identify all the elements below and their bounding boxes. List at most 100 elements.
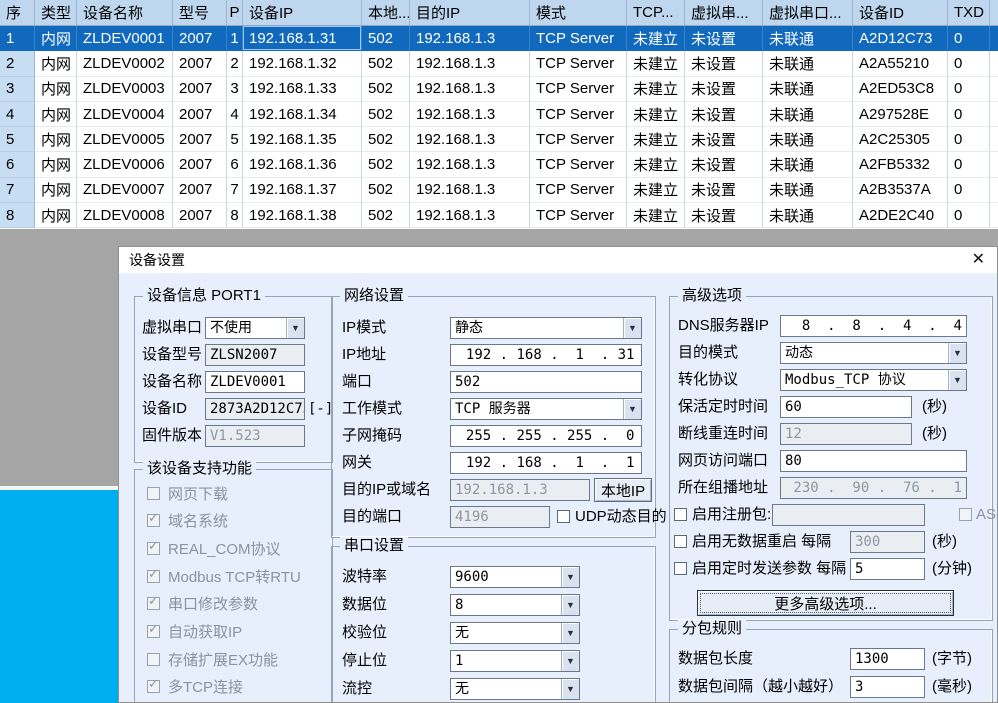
table-cell[interactable]: 未建立 (627, 77, 685, 102)
table-cell[interactable] (990, 178, 998, 203)
packet-interval-input[interactable]: 3 (850, 676, 925, 698)
table-cell[interactable]: 未设置 (685, 102, 763, 127)
table-cell[interactable]: 8 (227, 203, 243, 228)
table-cell[interactable]: 未联通 (763, 102, 853, 127)
checkbox-enable-reg-packet[interactable] (674, 508, 687, 521)
table-cell[interactable]: 内网 (35, 77, 77, 102)
enable-timed-params-input[interactable]: 5 (850, 558, 925, 580)
dialog-titlebar[interactable]: 设备设置 ✕ (119, 247, 997, 273)
table-cell[interactable] (990, 51, 998, 76)
table-cell[interactable]: 192.168.1.3 (410, 203, 530, 228)
table-cell[interactable]: 192.168.1.31 (243, 26, 362, 51)
table-cell[interactable]: 2007 (173, 178, 227, 203)
table-cell[interactable]: 内网 (35, 102, 77, 127)
table-cell[interactable]: 0 (948, 152, 990, 177)
table-cell[interactable]: 未联通 (763, 77, 853, 102)
table-cell[interactable]: ZLDEV0005 (77, 127, 173, 152)
ip-address-input[interactable]: 192 . 168 . 1 . 31 (450, 344, 642, 366)
table-cell[interactable]: 5 (227, 127, 243, 152)
column-header[interactable]: 虚拟串口... (763, 0, 853, 26)
table-row[interactable]: 2内网ZLDEV000220072192.168.1.32502192.168.… (0, 51, 998, 76)
table-row[interactable]: 8内网ZLDEV000820078192.168.1.38502192.168.… (0, 203, 998, 228)
table-cell[interactable]: A2ED53C8 (853, 77, 948, 102)
baud-rate-combo[interactable]: 9600▼ (450, 566, 580, 588)
stop-bits-combo[interactable]: 1▼ (450, 650, 580, 672)
table-cell[interactable]: 内网 (35, 26, 77, 51)
table-cell[interactable]: 192.168.1.3 (410, 127, 530, 152)
table-cell[interactable]: 未联通 (763, 152, 853, 177)
table-cell[interactable]: ZLDEV0003 (77, 77, 173, 102)
device-name-input[interactable]: ZLDEV0001 (205, 371, 305, 393)
table-cell[interactable]: 未设置 (685, 77, 763, 102)
column-header[interactable]: 设备IP (243, 0, 362, 26)
column-header[interactable] (990, 0, 998, 26)
chevron-down-icon[interactable]: ▼ (286, 318, 304, 338)
subnet-mask-input[interactable]: 255 . 255 . 255 . 0 (450, 425, 642, 447)
table-cell[interactable]: 内网 (35, 203, 77, 228)
checkbox-enable-no-data-restart[interactable] (674, 535, 687, 548)
table-cell[interactable] (990, 77, 998, 102)
column-header[interactable]: 模式 (530, 0, 627, 26)
table-cell[interactable]: 502 (362, 26, 410, 51)
table-cell[interactable]: 未联通 (763, 26, 853, 51)
checkbox-enable-timed-params[interactable] (674, 562, 687, 575)
table-cell[interactable]: 2 (227, 51, 243, 76)
chevron-down-icon[interactable]: ▼ (948, 370, 966, 390)
more-advanced-options-button[interactable]: 更多高级选项... (697, 590, 954, 616)
table-cell[interactable]: 1 (0, 26, 35, 51)
local-ip-button[interactable]: 本地IP (594, 478, 652, 502)
column-header[interactable]: 类型 (35, 0, 77, 26)
table-cell[interactable]: 未设置 (685, 203, 763, 228)
table-cell[interactable]: 2007 (173, 203, 227, 228)
table-cell[interactable]: 0 (948, 127, 990, 152)
table-cell[interactable]: 内网 (35, 152, 77, 177)
work-mode-combo[interactable]: TCP 服务器▼ (450, 398, 642, 420)
table-cell[interactable]: 192.168.1.3 (410, 77, 530, 102)
table-cell[interactable]: 内网 (35, 178, 77, 203)
table-cell[interactable]: TCP Server (530, 51, 627, 76)
table-cell[interactable]: 4 (227, 102, 243, 127)
chevron-down-icon[interactable]: ▼ (561, 679, 579, 699)
table-cell[interactable]: 3 (0, 77, 35, 102)
table-cell[interactable]: 7 (0, 178, 35, 203)
table-cell[interactable] (990, 203, 998, 228)
table-cell[interactable]: A2C25305 (853, 127, 948, 152)
table-cell[interactable]: 0 (948, 77, 990, 102)
table-cell[interactable]: 未建立 (627, 127, 685, 152)
data-bits-combo[interactable]: 8▼ (450, 594, 580, 616)
table-cell[interactable]: 502 (362, 77, 410, 102)
chevron-down-icon[interactable]: ▼ (948, 343, 966, 363)
table-cell[interactable]: 未设置 (685, 51, 763, 76)
table-row[interactable]: 4内网ZLDEV000420074192.168.1.34502192.168.… (0, 102, 998, 127)
column-header[interactable]: 型号 (173, 0, 227, 26)
table-cell[interactable]: 192.168.1.3 (410, 152, 530, 177)
table-cell[interactable]: ZLDEV0004 (77, 102, 173, 127)
table-cell[interactable]: 2007 (173, 152, 227, 177)
column-header[interactable]: 序 (0, 0, 35, 26)
table-cell[interactable] (990, 127, 998, 152)
table-cell[interactable] (990, 102, 998, 127)
table-cell[interactable]: TCP Server (530, 102, 627, 127)
table-cell[interactable]: 未联通 (763, 203, 853, 228)
table-cell[interactable]: 192.168.1.3 (410, 51, 530, 76)
table-cell[interactable]: 1 (227, 26, 243, 51)
table-cell[interactable] (990, 26, 998, 51)
table-cell[interactable]: 2007 (173, 102, 227, 127)
table-cell[interactable]: 0 (948, 102, 990, 127)
table-cell[interactable]: ZLDEV0006 (77, 152, 173, 177)
table-cell[interactable]: 未设置 (685, 26, 763, 51)
table-cell[interactable]: 0 (948, 178, 990, 203)
column-header[interactable]: TCP... (627, 0, 685, 26)
table-cell[interactable]: 192.168.1.32 (243, 51, 362, 76)
table-cell[interactable]: TCP Server (530, 203, 627, 228)
table-cell[interactable]: 0 (948, 51, 990, 76)
table-cell[interactable]: 3 (227, 77, 243, 102)
conversion-protocol-combo[interactable]: Modbus_TCP 协议▼ (780, 369, 967, 391)
chevron-down-icon[interactable]: ▼ (561, 623, 579, 643)
table-cell[interactable]: 内网 (35, 51, 77, 76)
table-cell[interactable]: 7 (227, 178, 243, 203)
chevron-down-icon[interactable]: ▼ (561, 567, 579, 587)
table-cell[interactable]: 0 (948, 26, 990, 51)
chevron-down-icon[interactable]: ▼ (623, 318, 641, 338)
table-row[interactable]: 7内网ZLDEV000720077192.168.1.37502192.168.… (0, 178, 998, 203)
